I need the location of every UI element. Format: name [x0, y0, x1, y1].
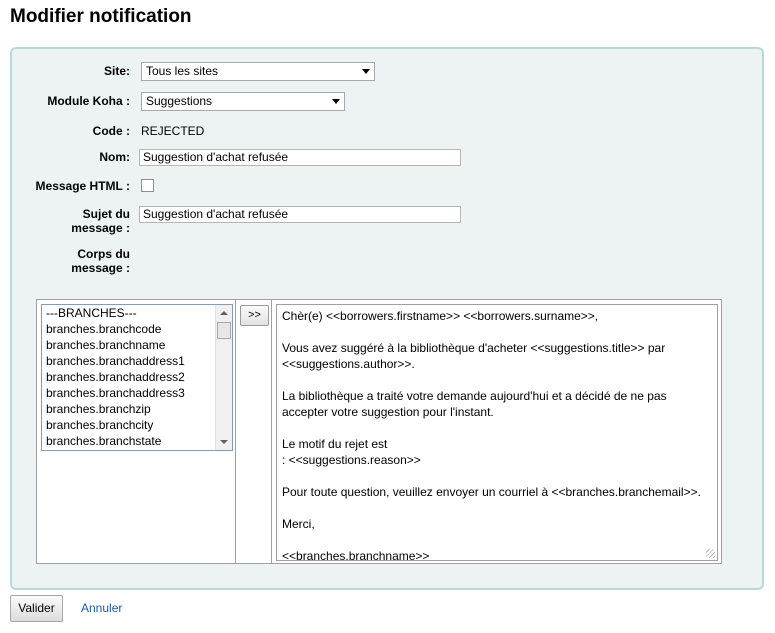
scroll-down-icon[interactable] [220, 440, 228, 444]
code-label: Code : [92, 124, 130, 138]
message-body-line [282, 468, 712, 484]
module-select[interactable]: Suggestions [141, 92, 345, 111]
list-item[interactable]: ---BRANCHES--- [42, 305, 215, 321]
column-divider [235, 300, 236, 563]
body-label: Corps du message : [12, 247, 130, 275]
fields-listbox[interactable]: ---BRANCHES--- branches.branchcode branche… [41, 304, 233, 451]
subject-input[interactable]: Suggestion d'achat refusée [139, 206, 461, 223]
subject-label-line1: Sujet du [82, 207, 130, 221]
message-body-line: accepter votre suggestion pour l'instant… [282, 405, 494, 419]
html-message-label: Message HTML : [35, 179, 130, 193]
list-item[interactable]: branches.branchaddress1 [42, 353, 215, 369]
body-label-line1: Corps du [77, 247, 130, 261]
site-select[interactable]: Tous les sites [141, 62, 375, 81]
page-title: Modifier notification [10, 6, 192, 27]
name-input[interactable]: Suggestion d'achat refusée [139, 149, 461, 166]
module-select-value: Suggestions [146, 94, 213, 108]
chevron-down-icon [332, 99, 340, 104]
message-body-line: Vous avez suggéré à la bibliothèque d'ac… [282, 341, 666, 355]
message-body-line: <<branches.branchname>> [282, 549, 430, 561]
message-body-line [282, 372, 712, 388]
listbox-scrollbar[interactable] [215, 305, 232, 450]
message-body-line [282, 324, 712, 340]
list-item[interactable]: branches.branchaddress2 [42, 369, 215, 385]
message-body-line [282, 500, 712, 516]
resize-grip-icon[interactable] [706, 549, 715, 558]
module-label: Module Koha : [47, 94, 130, 108]
message-body-line: <<suggestions.author>>. [282, 357, 415, 371]
list-item[interactable]: branches.branchzip [42, 401, 215, 417]
notification-form: Site: Tous les sites Module Koha : Sugge… [10, 47, 764, 590]
subject-label: Sujet du message : [12, 207, 130, 235]
name-label: Nom: [99, 150, 130, 164]
scroll-thumb[interactable] [217, 322, 231, 339]
message-body-textarea[interactable]: Chèr(e) <<borrowers.firstname>> <<borrow… [276, 304, 718, 561]
code-value: REJECTED [141, 124, 205, 138]
insert-field-button[interactable]: >> [240, 305, 269, 326]
list-item[interactable]: branches.branchcity [42, 417, 215, 433]
body-label-line2: message : [71, 261, 130, 275]
list-item[interactable]: branches.branchaddress3 [42, 385, 215, 401]
list-item[interactable]: branches.branchstate [42, 433, 215, 449]
message-body-line: La bibliothèque a traité votre demande a… [282, 389, 667, 403]
site-select-value: Tous les sites [146, 64, 219, 78]
message-body-line [282, 420, 712, 436]
scroll-up-icon[interactable] [220, 311, 228, 315]
message-body-line: Le motif du rejet est [282, 437, 388, 451]
submit-button[interactable]: Valider [10, 595, 63, 622]
cancel-link[interactable]: Annuler [81, 601, 122, 615]
fields-list: ---BRANCHES--- branches.branchcode branche… [42, 305, 215, 449]
message-body-line: : <<suggestions.reason>> [282, 453, 421, 467]
site-label: Site: [103, 64, 130, 78]
message-body-line: Chèr(e) <<borrowers.firstname>> <<borrow… [282, 309, 599, 323]
list-item[interactable]: branches.branchname [42, 337, 215, 353]
column-divider [271, 300, 272, 563]
message-body-content: Chèr(e) <<borrowers.firstname>> <<borrow… [282, 308, 712, 561]
message-body-line [282, 532, 712, 548]
body-editor: ---BRANCHES--- branches.branchcode branche… [36, 299, 722, 564]
subject-label-line2: message : [71, 221, 130, 235]
message-body-line: Pour toute question, veuillez envoyer un… [282, 485, 701, 499]
chevron-down-icon [362, 69, 370, 74]
html-message-checkbox[interactable] [141, 179, 154, 192]
message-body-line: Merci, [282, 517, 315, 531]
list-item[interactable]: branches.branchcode [42, 321, 215, 337]
